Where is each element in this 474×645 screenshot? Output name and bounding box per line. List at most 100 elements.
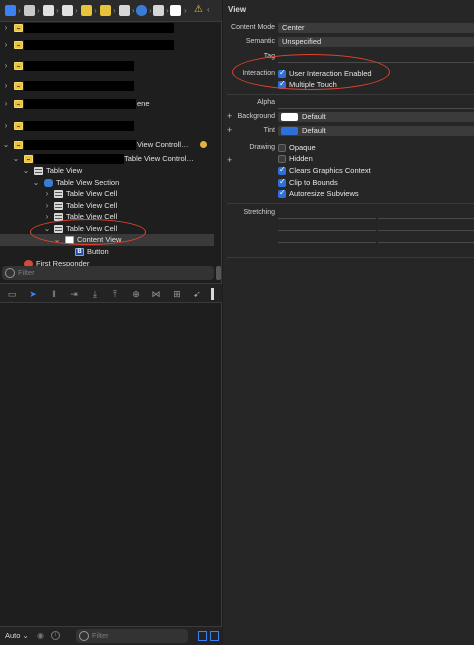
list-item[interactable]: › Table View Cell xyxy=(0,188,214,200)
list-item[interactable]: › ene xyxy=(0,98,214,110)
chevron-right-icon: › xyxy=(75,6,78,15)
scene-icon xyxy=(14,41,23,49)
location-icon[interactable]: ➹ xyxy=(191,288,203,300)
pause-icon[interactable]: ‖ xyxy=(48,288,60,300)
stretching-y-field[interactable] xyxy=(378,218,474,219)
step-over-icon[interactable]: ⇥ xyxy=(68,288,80,300)
bottom-bar: Auto ⌄ ◉ i Filter xyxy=(0,626,222,645)
tableview-icon[interactable] xyxy=(153,5,164,16)
toggle-console-icon[interactable]: ▭ xyxy=(6,288,18,300)
breakpoints-icon[interactable]: ➤ xyxy=(27,288,39,300)
list-item[interactable]: › xyxy=(0,120,214,132)
list-item[interactable]: › xyxy=(0,80,214,92)
drawing-label: Drawing xyxy=(249,144,275,151)
scene-icon xyxy=(14,24,23,32)
list-item[interactable]: ⌄ Table View xyxy=(0,165,214,177)
opaque-checkbox[interactable] xyxy=(278,144,286,152)
scene-icon[interactable] xyxy=(100,5,111,16)
stretching-label: Stretching xyxy=(243,209,275,216)
console-filter-field[interactable]: Filter xyxy=(76,629,188,643)
chevron-right-icon: › xyxy=(94,6,97,15)
eye-icon[interactable]: ◉ xyxy=(37,631,44,640)
chevron-right-icon: › xyxy=(149,6,152,15)
folder-icon[interactable] xyxy=(24,5,35,16)
warning-dot-icon[interactable] xyxy=(200,141,207,148)
stretching-field[interactable] xyxy=(378,242,474,243)
hidden-checkbox[interactable] xyxy=(278,155,286,163)
view-debugger-icon[interactable]: ⊕ xyxy=(130,288,142,300)
view-controller-icon xyxy=(24,155,33,163)
disclosure-icon[interactable]: › xyxy=(2,80,10,92)
filter-icon xyxy=(5,268,15,278)
step-into-icon[interactable]: ⤓ xyxy=(89,288,101,300)
step-out-icon[interactable]: ⤒ xyxy=(109,288,121,300)
list-item[interactable]: › xyxy=(0,60,214,72)
tableview-icon[interactable] xyxy=(119,5,130,16)
scene-icon xyxy=(14,141,23,149)
chevron-right-icon: › xyxy=(166,6,169,15)
file-icon[interactable] xyxy=(62,5,73,16)
plus-icon[interactable]: + xyxy=(227,155,232,165)
button-label: Button xyxy=(87,247,109,256)
redacted-label xyxy=(24,140,136,150)
divider xyxy=(227,257,474,258)
stretching-height-field[interactable] xyxy=(378,230,474,231)
view-controller-label: View Controll… xyxy=(137,140,189,149)
background-popup[interactable]: Default xyxy=(278,112,474,122)
alpha-field[interactable] xyxy=(278,108,474,109)
tableview-icon xyxy=(34,167,43,175)
redacted-label xyxy=(24,121,134,131)
list-item[interactable]: › xyxy=(0,22,214,34)
stretching-width-field[interactable] xyxy=(278,230,376,231)
disclosure-icon[interactable]: › xyxy=(2,120,10,132)
semantic-label: Semantic xyxy=(245,38,275,45)
scene-icon xyxy=(14,62,23,70)
split-right-icon[interactable] xyxy=(210,631,219,641)
disclosure-open-icon[interactable]: ⌄ xyxy=(2,139,10,151)
storyboard-icon[interactable] xyxy=(81,5,92,16)
document-outline-pane: › › › › › › › › › › ⚠ ‹ › › › › › ene › … xyxy=(0,0,222,645)
disclosure-icon[interactable]: › xyxy=(2,60,10,72)
opaque-label: Opaque xyxy=(289,143,316,152)
tint-value: Default xyxy=(302,126,326,135)
autoresize-subviews-checkbox[interactable] xyxy=(278,188,286,198)
disclosure-open-icon[interactable]: ⌄ xyxy=(12,153,20,165)
list-item[interactable]: First Responder xyxy=(0,258,214,266)
list-item[interactable]: ⌄ Table View Control… xyxy=(0,153,214,165)
clears-graphics-checkbox[interactable] xyxy=(278,165,286,175)
disclosure-icon[interactable]: › xyxy=(43,188,51,200)
list-item[interactable]: › xyxy=(0,39,214,51)
chevron-right-icon: › xyxy=(37,6,40,15)
stretching-x-field[interactable] xyxy=(278,218,376,219)
chevron-right-icon: › xyxy=(56,6,59,15)
clip-to-bounds-checkbox[interactable] xyxy=(278,177,286,187)
stretching-field[interactable] xyxy=(278,242,376,243)
semantic-popup[interactable]: Unspecified xyxy=(278,37,474,47)
list-item[interactable]: B Button xyxy=(0,246,214,258)
split-left-icon[interactable] xyxy=(198,631,207,641)
chevron-right-icon: › xyxy=(18,6,21,15)
cube-icon[interactable] xyxy=(136,5,147,16)
outline-filter-field[interactable]: Filter xyxy=(2,266,214,280)
chevron-right-icon: › xyxy=(184,6,187,15)
disclosure-icon[interactable]: › xyxy=(2,22,10,34)
section-title: View xyxy=(228,5,247,14)
tint-popup[interactable]: Default xyxy=(278,126,474,136)
auto-select[interactable]: Auto ⌄ xyxy=(5,631,29,640)
clears-graphics-label: Clears Graphics Context xyxy=(289,166,371,175)
info-icon[interactable]: i xyxy=(51,631,60,640)
disclosure-icon[interactable]: › xyxy=(2,39,10,51)
warning-icon[interactable]: ⚠ xyxy=(194,4,203,15)
disclosure-open-icon[interactable]: ⌄ xyxy=(22,165,30,177)
scene-icon xyxy=(14,122,23,130)
environment-icon[interactable]: ⊞ xyxy=(171,288,183,300)
list-item[interactable]: ⌄ View Controll… xyxy=(0,139,214,151)
chevron-left-icon[interactable]: ‹ xyxy=(207,5,210,14)
file-icon[interactable] xyxy=(43,5,54,16)
view-icon[interactable] xyxy=(170,5,181,16)
grid-icon[interactable] xyxy=(5,5,16,16)
content-mode-popup[interactable]: Center xyxy=(278,23,474,33)
scrollbar[interactable] xyxy=(216,266,221,280)
disclosure-icon[interactable]: › xyxy=(2,98,10,110)
memory-graph-icon[interactable]: ⋈ xyxy=(150,288,162,300)
